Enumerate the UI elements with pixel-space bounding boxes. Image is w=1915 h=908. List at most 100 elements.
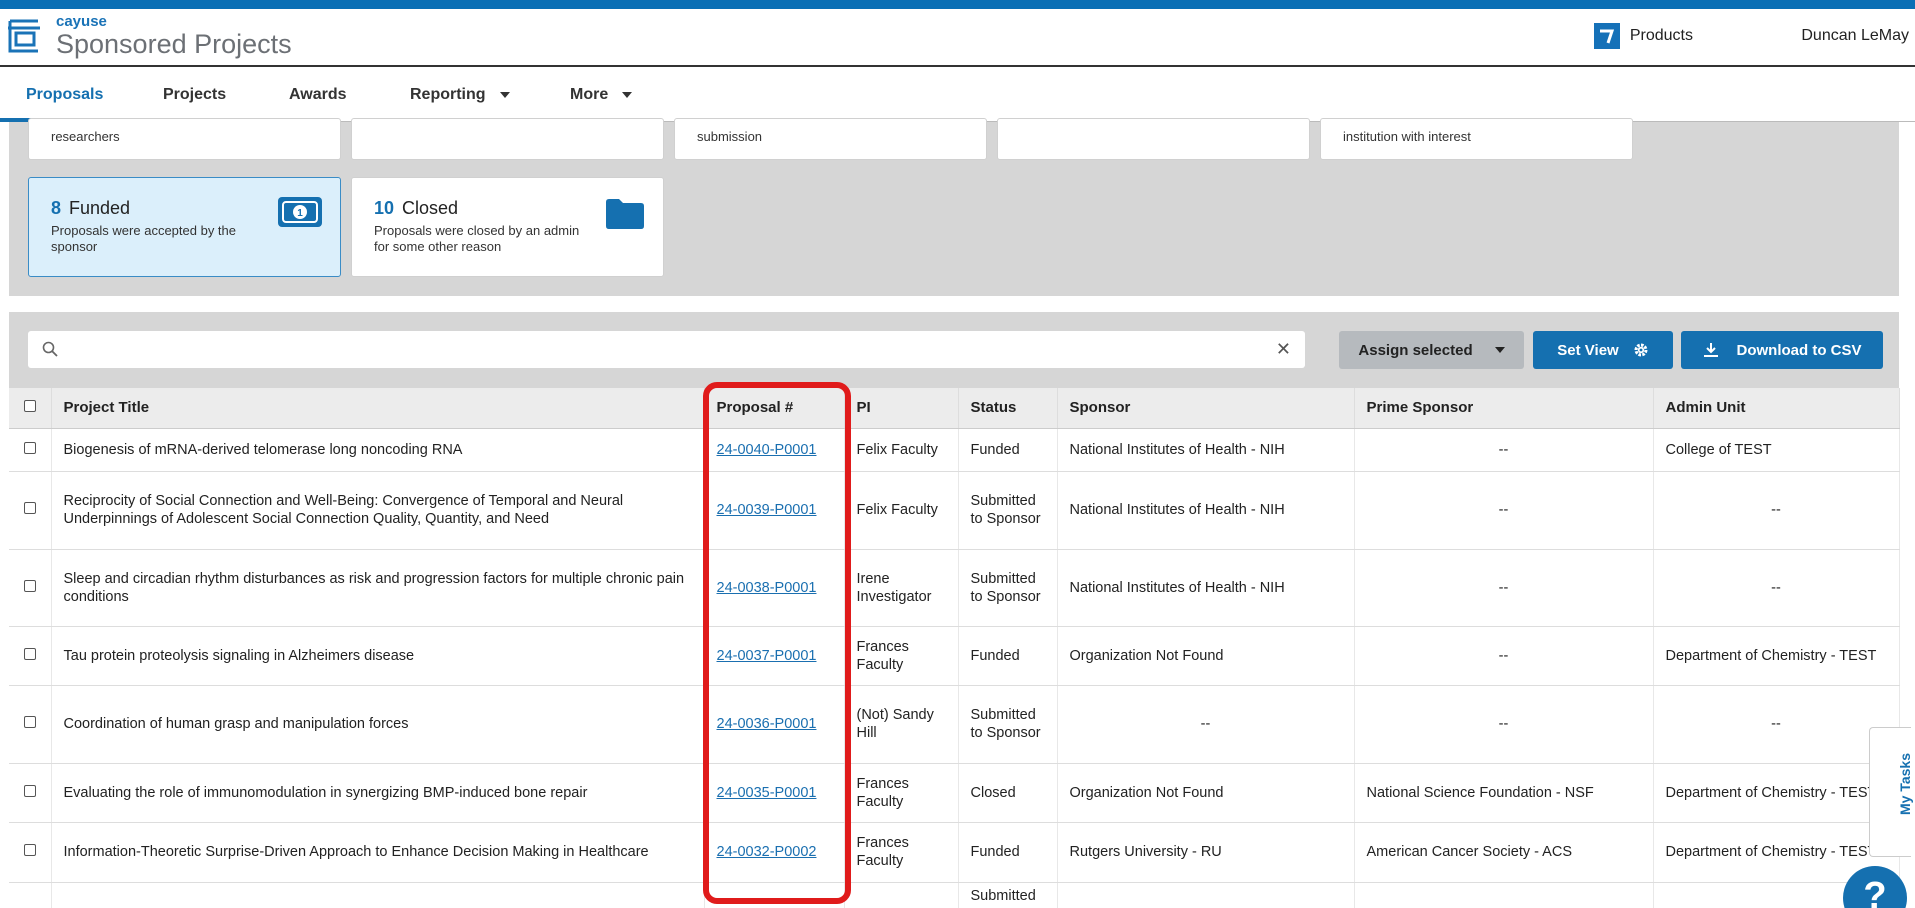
tab-proposals[interactable]: Proposals bbox=[26, 86, 103, 104]
gear-icon bbox=[1634, 343, 1648, 357]
row-select-cell bbox=[9, 882, 52, 908]
status-card-approved[interactable]: submission bbox=[674, 118, 987, 160]
cell-status: Funded bbox=[958, 428, 1058, 472]
select-all-cell bbox=[9, 388, 52, 429]
proposal-column-highlight bbox=[703, 382, 851, 904]
row-checkbox[interactable] bbox=[23, 716, 36, 728]
money-icon: 1 bbox=[278, 197, 322, 227]
cell-status: Submitted bbox=[958, 882, 1058, 908]
status-card-funded[interactable]: 8 Funded Proposals were accepted by the s… bbox=[28, 177, 341, 277]
table-row: Information-Theoretic Surprise-Driven Ap… bbox=[9, 822, 1900, 883]
cell-title: Evaluating the role of immunomodulation … bbox=[51, 763, 705, 823]
table-row: Submitted bbox=[9, 882, 1900, 908]
status-card-routing[interactable] bbox=[351, 118, 664, 160]
cell-status: Submitted to Sponsor bbox=[958, 549, 1058, 627]
card-description: Proposals were accepted by the sponsor bbox=[51, 223, 236, 254]
status-card-closed[interactable]: 10 Closed Proposals were closed by an adm… bbox=[351, 177, 664, 277]
card-title: 10 Closed bbox=[374, 198, 459, 218]
card-description: researchers bbox=[51, 129, 120, 144]
user-menu[interactable]: Duncan LeMay bbox=[1801, 27, 1909, 45]
cell-admin-unit: -- bbox=[1653, 685, 1900, 764]
cell-admin-unit: College of TEST bbox=[1653, 428, 1900, 472]
cell-pi: Frances Faculty bbox=[844, 763, 959, 823]
row-select-cell bbox=[9, 685, 52, 764]
chevron-down-icon bbox=[499, 92, 510, 98]
status-card-submitted[interactable] bbox=[997, 118, 1310, 160]
row-checkbox[interactable] bbox=[23, 502, 36, 514]
status-card-draft[interactable]: researchers bbox=[28, 118, 341, 160]
col-header-prime-sponsor[interactable]: Prime Sponsor bbox=[1354, 388, 1654, 429]
table-row: Tau protein proteolysis signaling in Alz… bbox=[9, 626, 1900, 686]
cell-status: Submitted to Sponsor bbox=[958, 685, 1058, 764]
cell-prime-sponsor bbox=[1354, 882, 1654, 908]
products-menu[interactable]: Products bbox=[1593, 23, 1693, 49]
cell-sponsor: -- bbox=[1057, 685, 1355, 764]
download-label: Download to CSV bbox=[1736, 341, 1862, 359]
cell-sponsor: National Institutes of Health - NIH bbox=[1057, 549, 1355, 627]
set-view-label: Set View bbox=[1557, 341, 1619, 359]
cell-pi: Felix Faculty bbox=[844, 471, 959, 550]
tab-projects[interactable]: Projects bbox=[163, 86, 226, 104]
svg-text:1: 1 bbox=[297, 208, 303, 219]
assign-selected-button[interactable]: Assign selected bbox=[1339, 331, 1524, 369]
cell-sponsor: Organization Not Found bbox=[1057, 763, 1355, 823]
cell-pi: (Not) Sandy Hill bbox=[844, 685, 959, 764]
row-checkbox[interactable] bbox=[23, 784, 36, 797]
cell-status: Funded bbox=[958, 626, 1058, 686]
cell-sponsor: Rutgers University - RU bbox=[1057, 822, 1355, 883]
products-icon bbox=[1593, 23, 1620, 49]
row-select-cell bbox=[9, 471, 52, 550]
table-row: Reciprocity of Social Connection and Wel… bbox=[9, 471, 1900, 550]
cell-title: Tau protein proteolysis signaling in Alz… bbox=[51, 626, 705, 686]
cell-title: Sleep and circadian rhythm disturbances … bbox=[51, 549, 705, 627]
status-card-inquiry[interactable]: institution with interest bbox=[1320, 118, 1633, 160]
col-header-admin-unit[interactable]: Admin Unit bbox=[1653, 388, 1900, 429]
row-select-cell bbox=[9, 822, 52, 883]
chevron-down-icon bbox=[1494, 347, 1505, 353]
row-checkbox[interactable] bbox=[23, 441, 36, 454]
row-select-cell bbox=[9, 763, 52, 823]
tab-awards[interactable]: Awards bbox=[289, 86, 347, 104]
products-label: Products bbox=[1629, 27, 1693, 44]
card-description: institution with interest bbox=[1343, 129, 1471, 144]
tab-more[interactable]: More bbox=[570, 86, 633, 104]
cell-prime-sponsor: -- bbox=[1354, 428, 1654, 472]
search-input[interactable] bbox=[68, 337, 1248, 361]
proposals-table-panel: ✕ Assign selected Set View Download to C… bbox=[9, 312, 1900, 908]
cell-pi: Frances Faculty bbox=[844, 626, 959, 686]
cell-title: Reciprocity of Social Connection and Wel… bbox=[51, 471, 705, 550]
cell-pi bbox=[844, 882, 959, 908]
chevron-down-icon bbox=[622, 92, 633, 98]
col-header-sponsor[interactable]: Sponsor bbox=[1057, 388, 1355, 429]
my-tasks-tab[interactable]: My Tasks bbox=[1869, 727, 1913, 857]
table-row: Biogenesis of mRNA-derived telomerase lo… bbox=[9, 428, 1900, 472]
select-all-checkbox[interactable] bbox=[23, 400, 36, 413]
row-checkbox[interactable] bbox=[23, 844, 36, 856]
download-icon bbox=[1703, 343, 1718, 357]
cell-prime-sponsor: -- bbox=[1354, 549, 1654, 627]
table-row: Sleep and circadian rhythm disturbances … bbox=[9, 549, 1900, 627]
table-header-row: Project Title Proposal # PI Status Spons… bbox=[9, 388, 1900, 429]
cell-prime-sponsor: -- bbox=[1354, 471, 1654, 550]
logo-product: Sponsored Projects bbox=[56, 29, 292, 59]
col-header-title[interactable]: Project Title bbox=[51, 388, 705, 429]
status-cards-area: researchers submission institution with … bbox=[9, 118, 1899, 296]
cell-sponsor bbox=[1057, 882, 1355, 908]
search-box: ✕ bbox=[28, 331, 1305, 368]
card-description: submission bbox=[697, 129, 763, 144]
card-description: Proposals were closed by an admin for so… bbox=[374, 223, 580, 254]
cell-pi: Irene Investigator bbox=[844, 549, 959, 627]
clear-icon[interactable]: ✕ bbox=[1276, 339, 1291, 360]
cell-sponsor: Organization Not Found bbox=[1057, 626, 1355, 686]
app-logo[interactable]: cayuse Sponsored Projects bbox=[4, 14, 292, 59]
set-view-button[interactable]: Set View bbox=[1533, 331, 1673, 369]
search-icon bbox=[42, 341, 58, 357]
row-checkbox[interactable] bbox=[23, 647, 36, 660]
app-header: cayuse Sponsored Projects Products Dunca… bbox=[0, 9, 1915, 67]
tab-reporting[interactable]: Reporting bbox=[410, 86, 510, 104]
row-checkbox[interactable] bbox=[23, 579, 36, 592]
col-header-status[interactable]: Status bbox=[958, 388, 1058, 429]
col-header-pi[interactable]: PI bbox=[844, 388, 959, 429]
download-csv-button[interactable]: Download to CSV bbox=[1681, 331, 1883, 369]
cayuse-logo-icon bbox=[8, 19, 40, 53]
